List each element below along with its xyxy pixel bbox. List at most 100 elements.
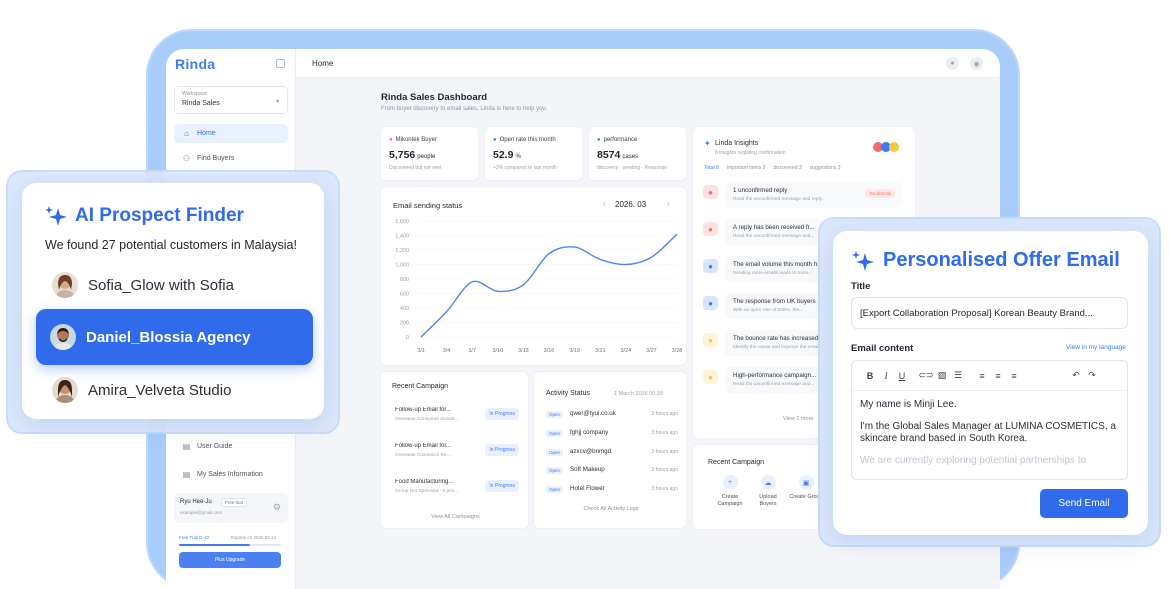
sidebar-item-find-buyers[interactable]: ⚇ Find Buyers <box>174 149 288 168</box>
sidebar-collapse-icon[interactable] <box>276 59 285 68</box>
avatar <box>52 272 78 298</box>
insight-desc: Read the unconfirmed message and... <box>733 234 814 239</box>
activity-title: Activity Status <box>546 390 590 397</box>
insights-sub: 8 insights requiring confirmation <box>715 150 786 156</box>
bold-icon[interactable]: B <box>862 371 878 381</box>
stat-card-buyers[interactable]: ●Mikontek Buyer 5,756people Discovered b… <box>380 126 479 181</box>
sidebar-item-label: User Guide <box>197 443 232 450</box>
stat-card-open-rate[interactable]: ●Open rate this month 52.9% +3% compared… <box>484 126 583 181</box>
emoji-icon: ● <box>703 333 718 347</box>
underline-icon[interactable]: U <box>894 371 910 381</box>
trial-expiry: Expires on 2026.03.13 <box>231 535 276 540</box>
activity-row[interactable]: OpenSoft Makeup3 hours ago <box>546 463 678 480</box>
email-body[interactable]: My name is Minji Lee. I'm the Global Sal… <box>852 391 1127 480</box>
prospect-item-sofia[interactable]: Sofia_Glow with Sofia <box>38 265 314 305</box>
emoji-icon: ● <box>703 296 718 310</box>
chevron-right-icon[interactable]: › <box>667 199 670 208</box>
top-bar: Home ● ◉ <box>296 49 1000 78</box>
subject-input[interactable]: [Export Collaboration Proposal] Korean B… <box>851 297 1128 329</box>
avatar <box>52 377 78 403</box>
upload-icon: ☁ <box>761 475 776 490</box>
sidebar-item-sales-info[interactable]: ▤ My Sales Information <box>174 465 288 484</box>
campaign-row[interactable]: Follow-up Email for... Overseas Cosmetic… <box>395 440 519 466</box>
emoji-icon: ● <box>703 370 718 384</box>
stat-title: Mikontek Buyer <box>396 137 437 143</box>
y-tick-label: 800 <box>400 277 409 283</box>
gear-icon[interactable]: ⚙ <box>273 502 281 513</box>
prospect-item-amira[interactable]: Amira_Velveta Studio <box>38 370 314 410</box>
view-all-campaigns-link[interactable]: View All Campaigns <box>381 514 530 520</box>
chart-month: 2026. 03 <box>615 200 646 209</box>
campaign-row[interactable]: Food Manufacturing... Group Not Specifie… <box>395 476 519 502</box>
tab-discovered[interactable]: discovered 3 <box>773 165 801 171</box>
stat-unit: people <box>417 154 435 160</box>
x-tick-label: 3/24 <box>620 348 631 354</box>
prospect-name: Amira_Velveta Studio <box>88 382 231 399</box>
stat-value-wrap: 52.9% <box>493 149 521 161</box>
upload-buyers-button[interactable]: ☁Upload Buyers <box>751 475 785 508</box>
x-tick-label: 3/19 <box>569 348 580 354</box>
upgrade-button[interactable]: Plus Upgrade <box>179 552 281 568</box>
align-right-icon[interactable]: ≡ <box>1006 371 1022 381</box>
align-center-icon[interactable]: ≡ <box>990 371 1006 381</box>
tab-suggestions[interactable]: suggestions 3 <box>810 165 841 171</box>
create-campaign-button[interactable]: +Create Campaign <box>713 475 747 508</box>
activity-row[interactable]: Openqwer@tyui.co.uk3 hours ago <box>546 407 678 424</box>
page-subtitle: From buyer discovery to email sales, Lin… <box>381 106 547 112</box>
campaign-desc: Overseas Cosmetics Re... <box>395 453 475 458</box>
email-editor[interactable]: B I U ⊂⊃ ▨ ☰ ≡ ≡ ≡ ↶ ↷ My name is Minji … <box>851 360 1128 480</box>
open-tag: Open <box>546 486 563 493</box>
emoji-icon: ● <box>703 185 718 199</box>
view-more-link[interactable]: View 2 more <box>783 416 813 422</box>
activity-name: Hotel Flower <box>570 485 605 492</box>
stat-title-wrap: ●Mikontek Buyer <box>389 137 437 143</box>
campaign-row[interactable]: Follow-up Email for... Overseas Consumer… <box>395 404 519 430</box>
language-link[interactable]: View in my language <box>1066 344 1126 351</box>
activity-logs-link[interactable]: Check All Activity Logs <box>534 506 688 512</box>
activity-name: qwer@tyui.co.uk <box>570 410 616 417</box>
avatar-icon[interactable]: ◉ <box>970 57 983 70</box>
insight-badge[interactable]: Go directly <box>865 189 895 198</box>
campaign-desc: Group Not Specified · 0 peo... <box>395 489 475 494</box>
y-tick-label: 200 <box>400 321 409 327</box>
workspace-selector[interactable]: Workspace Rinda Sales ▾ <box>174 86 288 114</box>
trial-progress <box>179 544 281 546</box>
open-tag: Open <box>546 467 563 474</box>
italic-icon[interactable]: I <box>878 371 894 381</box>
redo-icon[interactable]: ↷ <box>1084 370 1100 381</box>
align-left-icon[interactable]: ≡ <box>974 371 990 381</box>
prospect-finder-card: AI Prospect Finder We found 27 potential… <box>22 183 324 419</box>
stat-card-performance[interactable]: ●performance 8574cases discovery · sendi… <box>588 126 687 181</box>
stat-value-wrap: 5,756people <box>389 149 435 161</box>
activity-row[interactable]: Openfghjj company3 hours ago <box>546 426 678 443</box>
recent-campaign-title: Recent Campaign <box>708 459 764 466</box>
image-icon[interactable]: ▨ <box>934 370 950 381</box>
user-card[interactable]: Ryu Hee-Ju Free trial example@gmail.com … <box>174 493 288 523</box>
list-icon[interactable]: ☰ <box>950 370 966 381</box>
x-tick-label: 3/28 <box>672 348 683 354</box>
workspace-label: Workspace <box>182 91 207 97</box>
stat-value-wrap: 8574cases <box>597 149 638 161</box>
activity-time: 3 hours ago <box>652 449 678 455</box>
status-badge: In Progress <box>485 408 519 420</box>
stat-sub: +3% compared to last month <box>493 165 557 171</box>
activity-row[interactable]: Openazxcv@bnmgd3 hours ago <box>546 445 678 462</box>
send-email-button[interactable]: Send Email <box>1040 489 1128 518</box>
campaign-name: Follow-up Email for... <box>395 443 473 449</box>
link-icon[interactable]: ⊂⊃ <box>918 370 934 381</box>
activity-name: Soft Makeup <box>570 466 605 473</box>
bell-icon[interactable]: ● <box>946 57 959 70</box>
stat-unit: cases <box>622 154 638 160</box>
tab-total[interactable]: Total 8 <box>704 165 719 171</box>
sidebar-item-user-guide[interactable]: ▤ User Guide <box>174 437 288 456</box>
avatar <box>889 142 899 152</box>
prospect-item-daniel[interactable]: Daniel_Blossia Agency <box>36 309 313 365</box>
tab-important[interactable]: Important items 2 <box>727 165 766 171</box>
insight-row[interactable]: ●1 unconfirmed replyRead the unconfirmed… <box>703 182 903 212</box>
insights-title: Linda Insights <box>715 140 758 147</box>
campaign-name: Follow-up Email for... <box>395 407 473 413</box>
sidebar-item-home[interactable]: ⌂ Home <box>174 124 288 143</box>
chevron-left-icon[interactable]: ‹ <box>603 199 606 208</box>
activity-row[interactable]: OpenHotel Flower3 hours ago <box>546 482 678 499</box>
undo-icon[interactable]: ↶ <box>1068 370 1084 381</box>
